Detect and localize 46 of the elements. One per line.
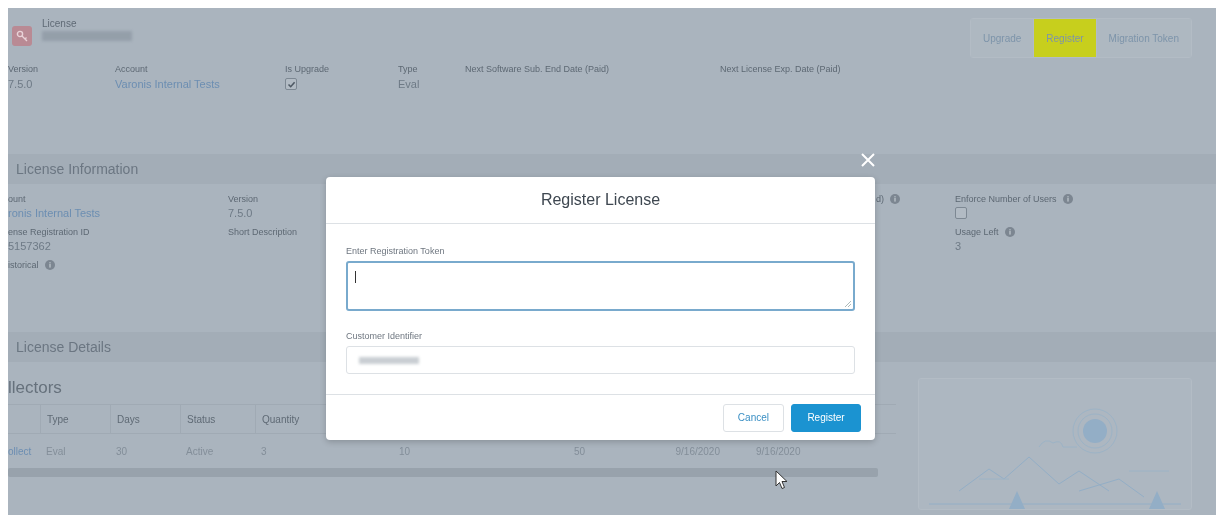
field-value: 3 <box>955 240 963 252</box>
field-label: Is Upgrade <box>285 64 331 74</box>
field-label: Next Software Sub. End Date (Paid) <box>465 64 611 74</box>
info-icon[interactable] <box>44 260 55 270</box>
field-label: Short Description <box>228 227 298 237</box>
field-label: Enter Registration Token <box>346 246 446 257</box>
field-label: Version <box>228 194 259 204</box>
info-icon[interactable] <box>1062 194 1073 204</box>
field-label: Version <box>8 64 40 74</box>
resize-grip-icon[interactable] <box>845 301 851 308</box>
field-label: d) <box>876 194 884 204</box>
field-label: Customer Identifier <box>346 331 424 342</box>
field-label: Account <box>115 64 149 74</box>
subsection-title: llectors <box>8 378 63 398</box>
field-label: istorical <box>8 260 39 270</box>
field-label: Enforce Number of Users <box>955 194 1057 204</box>
field-value: 7.5.0 <box>228 207 254 219</box>
register-button[interactable]: Register <box>791 403 861 432</box>
field-label: Next License Exp. Date (Paid) <box>720 64 842 74</box>
object-type-label: License <box>42 18 78 29</box>
account-link[interactable]: ronis Internal Tests <box>8 207 228 219</box>
column-header: Status <box>180 405 255 433</box>
column-header: Type <box>40 405 110 433</box>
close-icon[interactable] <box>861 153 875 167</box>
key-icon <box>12 26 32 46</box>
modal-title: Register License <box>540 191 661 210</box>
cancel-button[interactable]: Cancel <box>722 403 784 432</box>
input-field[interactable] <box>346 346 855 375</box>
action-button[interactable]: Register <box>1034 19 1097 57</box>
column-header: Days <box>110 405 180 433</box>
field-label: Usage Left <box>955 227 999 237</box>
field-value: 7.5.0 <box>8 78 34 90</box>
field-value: 5157362 <box>8 240 52 252</box>
info-icon[interactable] <box>890 194 900 204</box>
field-value: Eval <box>398 78 421 90</box>
account-link[interactable]: Varonis Internal Tests <box>115 78 285 90</box>
mouse-pointer-icon <box>775 470 789 490</box>
field-label: Type <box>398 64 419 74</box>
section-title: License Information <box>16 161 139 177</box>
table-link[interactable]: ollect <box>8 445 40 457</box>
field-label: ense Registration ID <box>8 227 90 237</box>
info-icon[interactable] <box>1004 227 1015 237</box>
field-label: ount <box>8 194 26 204</box>
section-title: License Details <box>16 339 111 355</box>
token-field[interactable] <box>346 261 855 312</box>
horizontal-scrollbar[interactable] <box>8 468 878 477</box>
